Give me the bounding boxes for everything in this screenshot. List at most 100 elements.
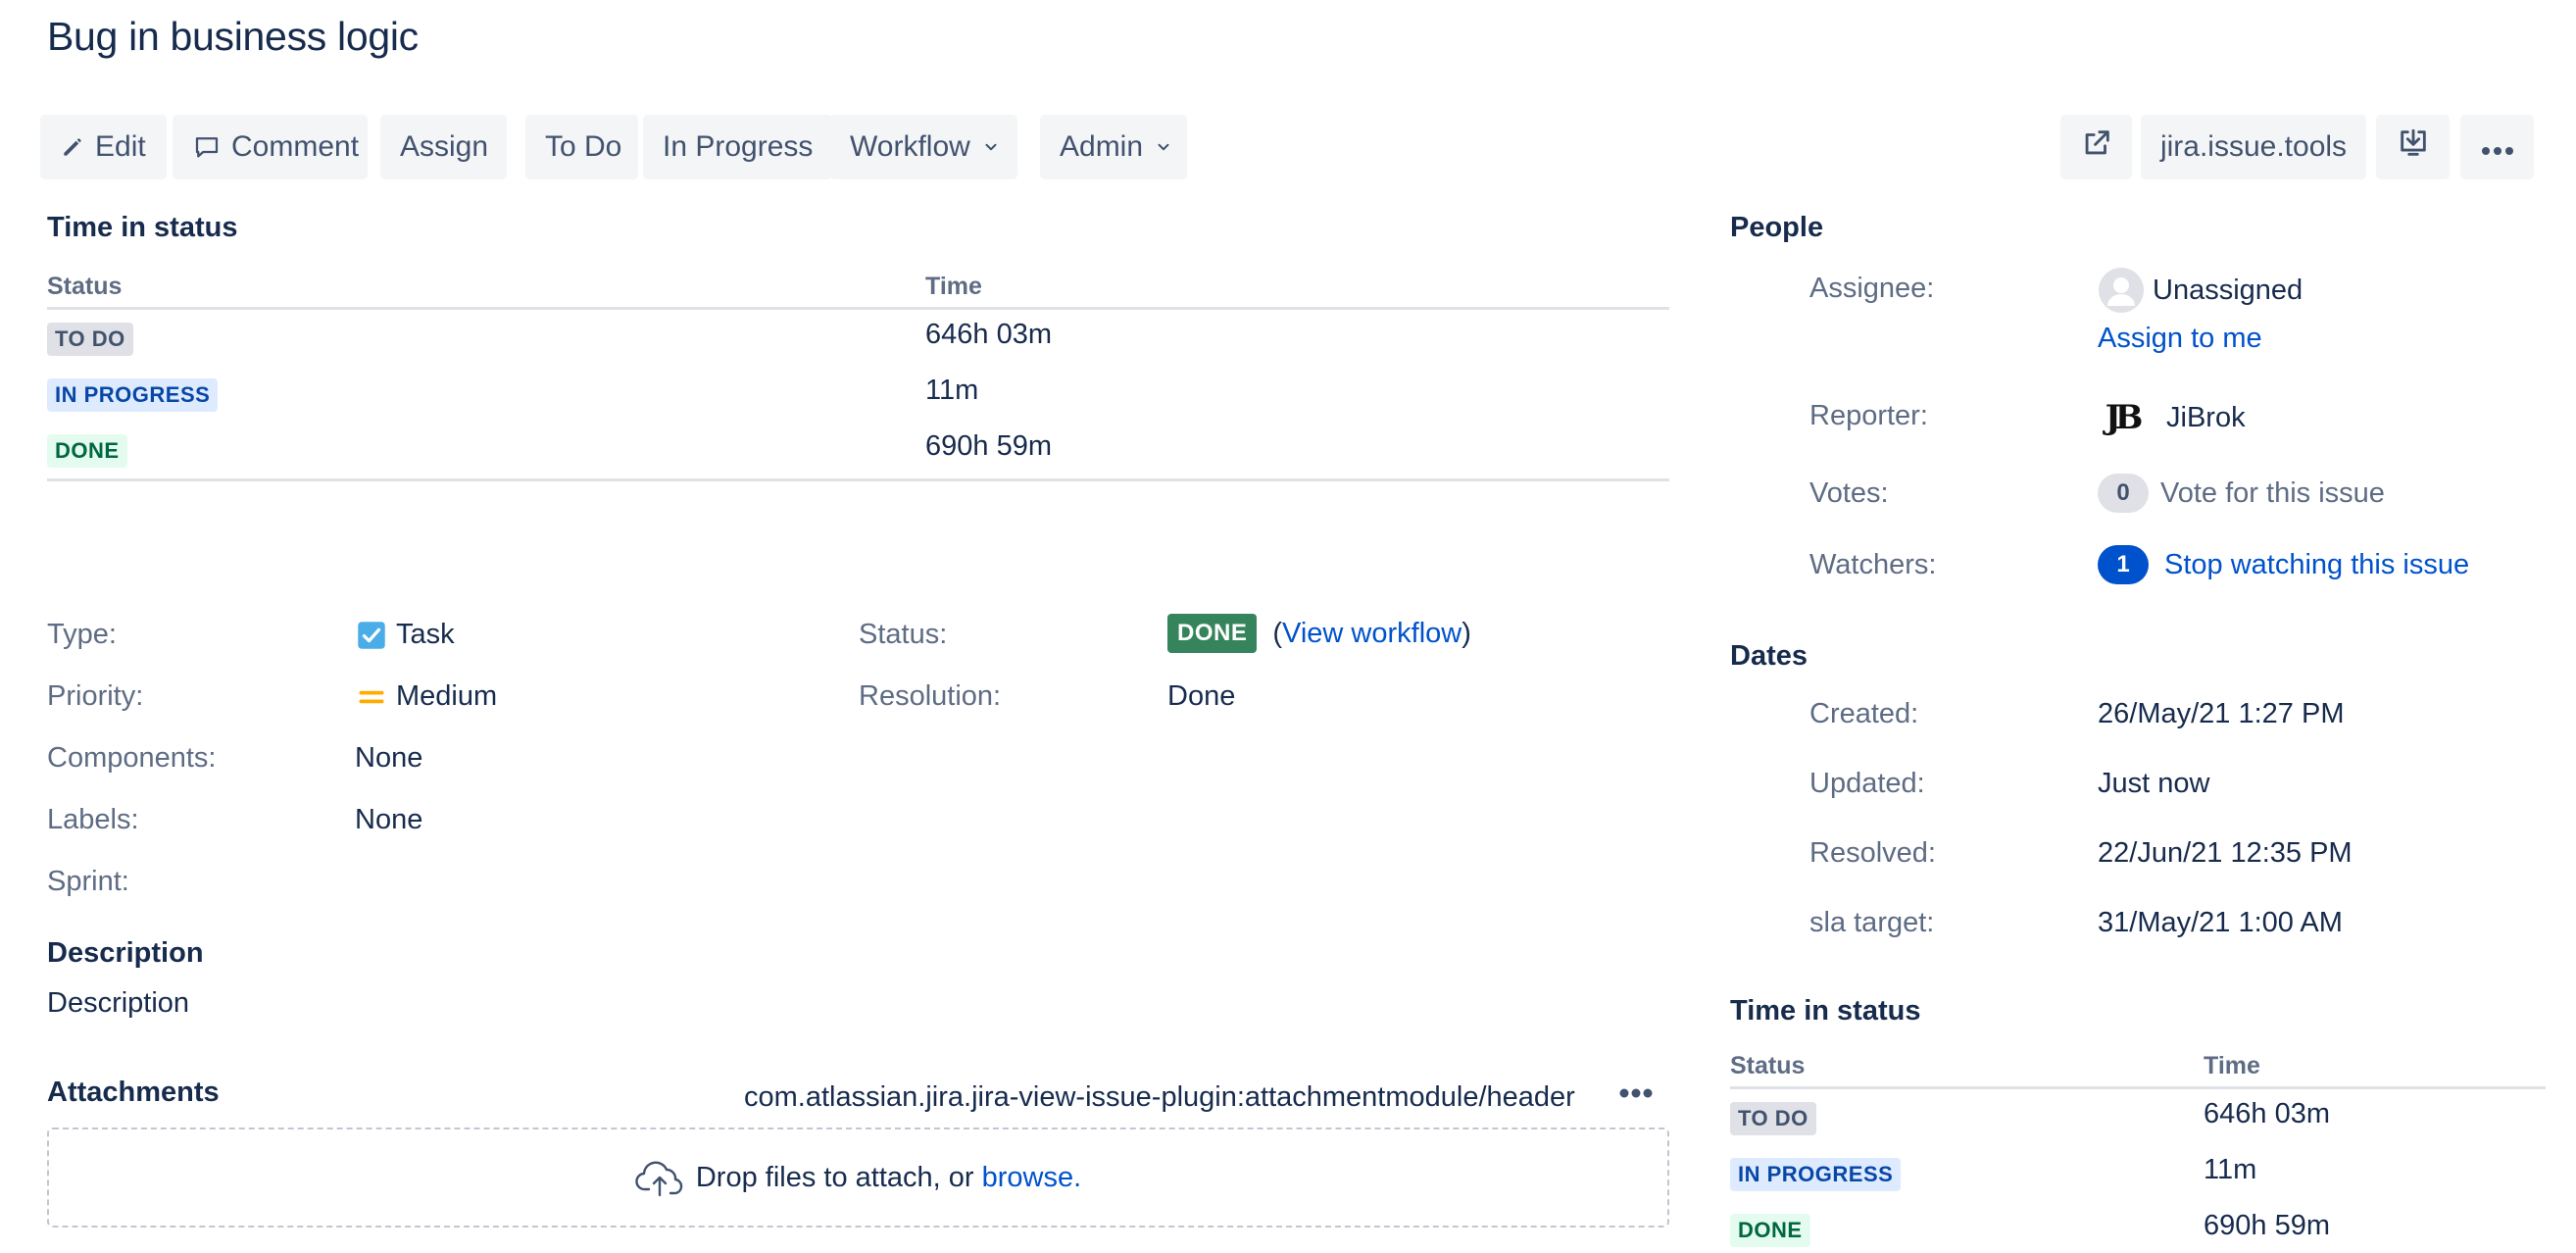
avatar	[2098, 267, 2145, 314]
export-button[interactable]	[2376, 115, 2450, 179]
table-row: TO DO 646h 03m	[47, 313, 1669, 369]
issue-title: Bug in business logic	[47, 14, 419, 59]
votes-count: 0	[2098, 474, 2149, 513]
status-lozenge: DONE	[1730, 1214, 1810, 1247]
table-header: Status Time	[1730, 1048, 2546, 1089]
status-lozenge: TO DO	[47, 323, 133, 356]
time-value: 646h 03m	[925, 319, 1052, 350]
pencil-icon	[60, 134, 85, 160]
attachments-heading: Attachments	[47, 1077, 220, 1108]
people-heading: People	[1730, 212, 1824, 243]
comment-icon	[192, 132, 222, 162]
admin-dropdown[interactable]: Admin	[1040, 115, 1187, 179]
share-icon	[2080, 126, 2113, 168]
drop-text: Drop files to attach, or	[695, 1161, 982, 1193]
description-heading: Description	[47, 937, 204, 969]
assign-label: Assign	[400, 130, 489, 163]
type-text: Task	[396, 619, 455, 650]
comment-button[interactable]: Comment	[173, 115, 368, 179]
assignee-text: Unassigned	[2153, 274, 2304, 306]
workflow-label: Workflow	[850, 130, 970, 163]
table-row: DONE 690h 59m	[1730, 1204, 2546, 1253]
components-value: None	[355, 742, 423, 774]
time-in-status-table: Status Time TO DO 646h 03m IN PROGRESS 1…	[47, 269, 1669, 484]
created-value: 26/May/21 1:27 PM	[2098, 698, 2345, 729]
priority-text: Medium	[396, 680, 498, 712]
watchers-value: 1 Stop watching this issue	[2098, 545, 2469, 584]
in-progress-label: In Progress	[663, 130, 814, 163]
labels-label: Labels:	[47, 804, 139, 835]
status-label: Status:	[859, 619, 948, 650]
export-icon	[2397, 126, 2430, 168]
status-badge: DONE	[1167, 614, 1258, 653]
votes-value: 0 Vote for this issue	[2098, 474, 2385, 513]
time-value: 690h 59m	[2204, 1210, 2330, 1241]
reporter-value: JB JiBrok	[2098, 394, 2246, 441]
view-workflow-open-paren: (	[1272, 617, 1283, 649]
time-in-status-heading: Time in status	[47, 212, 238, 243]
status-lozenge: IN PROGRESS	[1730, 1158, 1902, 1191]
browse-link[interactable]: browse.	[982, 1162, 1082, 1194]
transition-in-progress-button[interactable]: In Progress	[643, 115, 832, 179]
task-icon	[357, 621, 386, 650]
vote-action: Vote for this issue	[2160, 476, 2385, 509]
column-status: Status	[47, 273, 123, 300]
priority-label: Priority:	[47, 680, 144, 712]
table-header: Status Time	[47, 269, 1669, 310]
stop-watching-link[interactable]: Stop watching this issue	[2164, 549, 2469, 581]
attachment-module-key: com.atlassian.jira.jira-view-issue-plugi…	[744, 1081, 1575, 1113]
labels-value: None	[355, 804, 423, 835]
attachments-more-button[interactable]	[1618, 1086, 1654, 1104]
time-value: 11m	[925, 375, 979, 406]
sla-target-label: sla target:	[1809, 907, 1935, 938]
edit-label: Edit	[95, 130, 146, 163]
components-label: Components:	[47, 742, 217, 774]
attachment-dropzone[interactable]: Drop files to attach, or browse.	[47, 1128, 1669, 1228]
description-text[interactable]: Description	[47, 987, 189, 1020]
table-row: DONE 690h 59m	[47, 425, 1669, 480]
share-button[interactable]	[2060, 115, 2132, 179]
resolved-label: Resolved:	[1809, 837, 1936, 869]
column-status: Status	[1730, 1052, 1806, 1079]
status-lozenge: IN PROGRESS	[47, 378, 219, 412]
votes-label: Votes:	[1809, 477, 1889, 509]
table-row: TO DO 646h 03m	[1730, 1092, 2546, 1148]
status-value: DONE ( View workflow )	[1167, 614, 1471, 653]
view-workflow-close-paren: )	[1461, 617, 1471, 649]
table-row: IN PROGRESS 11m	[47, 369, 1669, 425]
priority-medium-icon	[357, 682, 386, 712]
table-row: IN PROGRESS 11m	[1730, 1148, 2546, 1204]
chevron-down-icon	[1155, 138, 1172, 156]
workflow-dropdown[interactable]: Workflow	[830, 115, 1017, 179]
assign-button[interactable]: Assign	[380, 115, 507, 179]
more-icon	[2481, 130, 2514, 164]
todo-label: To Do	[545, 130, 622, 163]
watchers-count: 1	[2098, 545, 2149, 584]
assignee-value: Unassigned	[2098, 267, 2303, 314]
sla-target-value: 31/May/21 1:00 AM	[2098, 907, 2343, 938]
sidebar-time-in-status-heading: Time in status	[1730, 995, 1921, 1027]
status-lozenge: TO DO	[1730, 1102, 1816, 1135]
chevron-down-icon	[982, 138, 1000, 156]
watchers-label: Watchers:	[1809, 549, 1937, 580]
more-icon	[1618, 1086, 1654, 1104]
assign-to-me-link[interactable]: Assign to me	[2098, 323, 2262, 355]
admin-label: Admin	[1060, 130, 1144, 163]
reporter-avatar: JB	[2105, 398, 2144, 437]
resolution-value: Done	[1167, 680, 1236, 712]
issue-tools-label: jira.issue.tools	[2159, 130, 2348, 163]
updated-label: Updated:	[1809, 768, 1925, 799]
column-time: Time	[925, 273, 982, 300]
created-label: Created:	[1809, 698, 1919, 729]
issue-tools-button[interactable]: jira.issue.tools	[2141, 115, 2366, 179]
edit-button[interactable]: Edit	[40, 115, 167, 179]
more-actions-button[interactable]	[2460, 115, 2534, 179]
table-bottom-border	[47, 478, 1669, 481]
transition-todo-button[interactable]: To Do	[525, 115, 638, 179]
cloud-upload-icon	[635, 1156, 684, 1199]
view-workflow-link[interactable]: View workflow	[1282, 618, 1461, 650]
time-value: 690h 59m	[925, 430, 1052, 462]
updated-value: Just now	[2098, 768, 2210, 799]
issue-toolbar: Edit Comment Assign To Do In Progress Wo…	[40, 115, 2534, 179]
assignee-label: Assignee:	[1809, 273, 1935, 304]
